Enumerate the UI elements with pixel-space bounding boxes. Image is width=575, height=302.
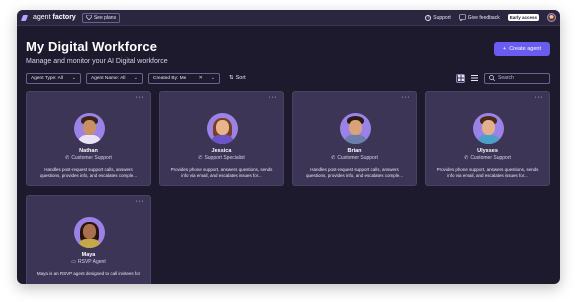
more-options-icon[interactable]: ··· [402,94,411,101]
more-options-icon[interactable]: ··· [269,94,278,101]
give-feedback-link[interactable]: Give feedback [458,14,500,21]
app-window: agent factory See plans ? Support Give f… [17,10,560,284]
agent-type-filter[interactable]: Agent Type: All ⌄ [26,72,81,84]
agent-avatar [207,113,238,144]
brand-logo[interactable]: agent factory [22,14,76,22]
agent-role: ▭ RSVP Agent [27,259,150,265]
agent-name: Ulysses [477,148,498,154]
phone-icon: ✆ [198,155,203,161]
agent-avatar [74,113,105,144]
page-title: My Digital Workforce [26,39,158,54]
filter-bar: Agent Type: All ⌄ Agent Name: All ⌄ Crea… [26,72,550,84]
agent-role: ✆ Support Specialist [160,155,283,161]
sort-icon: ⇅ [229,75,234,81]
agent-card[interactable]: ··· Nathan ✆ Customer Support Handles pos… [26,91,151,186]
see-plans-label: See plans [93,14,117,21]
agent-card[interactable]: ··· Maya ▭ RSVP Agent Maya is an RSVP age… [26,195,151,284]
agent-role: ✆ Customer Support [426,155,549,161]
agent-avatar [74,217,105,248]
agent-avatar [473,113,504,144]
user-avatar[interactable] [547,13,556,22]
agent-role-label: Support Specialist [204,155,245,161]
created-by-filter-label: Created By: Me [153,75,187,81]
plus-icon: + [502,46,507,52]
give-feedback-label: Give feedback [467,14,500,21]
agent-type-filter-label: Agent Type: All [31,75,63,81]
feedback-icon [458,14,466,21]
agent-name-filter[interactable]: Agent Name: All ⌄ [86,72,143,84]
agent-card[interactable]: ··· Ulysses ✆ Customer Support Provides p… [425,91,550,186]
more-options-icon[interactable]: ··· [136,94,145,101]
chevron-down-icon: ⌄ [133,75,138,81]
more-options-icon[interactable]: ··· [535,94,544,101]
agent-description: Handles post-request support calls, answ… [305,167,404,178]
agent-description: Provides phone support, answers question… [436,167,539,178]
page-header: My Digital Workforce Manage and monitor … [26,39,550,65]
created-by-filter[interactable]: Created By: Me ✕ ⌄ [148,72,220,84]
grid-view-toggle[interactable] [456,73,465,83]
list-view-toggle[interactable] [470,74,479,83]
phone-icon: ✆ [331,155,336,161]
agent-role-label: RSVP Agent [78,259,106,265]
page-subtitle: Manage and monitor your AI Digital workf… [26,58,168,65]
more-options-icon[interactable]: ··· [136,198,145,205]
agent-avatar [340,113,371,144]
top-bar: agent factory See plans ? Support Give f… [17,10,560,26]
agent-card[interactable]: ··· Brian ✆ Customer Support Handles post… [292,91,417,186]
early-access-badge[interactable]: Early access [507,14,539,21]
sort-button[interactable]: ⇅ Sort [229,75,246,81]
agent-name-filter-label: Agent Name: All [91,75,126,81]
agent-role: ✆ Customer Support [293,155,416,161]
agent-role-label: Customer Support [71,155,112,161]
agent-card[interactable]: ··· Jessica ✆ Support Specialist Provides… [159,91,284,186]
logo-icon [22,14,30,22]
phone-icon: ✆ [65,155,70,161]
search-input[interactable]: Search [484,72,550,84]
clear-icon[interactable]: ✕ [199,75,203,81]
support-link[interactable]: ? Support [425,14,451,21]
agent-role-label: Customer Support [337,155,378,161]
sort-label: Sort [235,75,246,81]
brand-name-light: agent [33,14,51,21]
support-label: Support [433,14,451,21]
agent-description: Maya is an RSVP agent designed to call i… [36,271,141,276]
see-plans-button[interactable]: See plans [81,12,121,23]
create-agent-button[interactable]: + Create agent [494,42,550,56]
top-right-actions: ? Support Give feedback Early access [425,13,556,22]
agent-description: Handles post-request support calls, answ… [39,167,138,178]
agent-name: Nathan [79,148,98,154]
agent-role: ✆ Customer Support [27,155,150,161]
search-icon [489,75,495,81]
search-placeholder: Search [498,75,514,81]
agent-description: Provides phone support, answers question… [170,167,273,178]
list-icon [471,75,478,81]
agent-name: Brian [347,148,362,154]
agent-role-label: Customer Support [470,155,511,161]
message-icon: ▭ [71,259,76,265]
diamond-icon [85,15,92,20]
agent-name: Maya [81,252,96,258]
grid-icon [457,75,464,81]
phone-icon: ✆ [464,155,469,161]
chevron-down-icon: ⌄ [210,75,215,81]
create-agent-label: Create agent [509,46,542,52]
chevron-down-icon: ⌄ [71,75,76,81]
help-icon: ? [425,14,432,21]
brand-name-bold: factory [52,14,76,21]
agent-name: Jessica [211,148,232,154]
